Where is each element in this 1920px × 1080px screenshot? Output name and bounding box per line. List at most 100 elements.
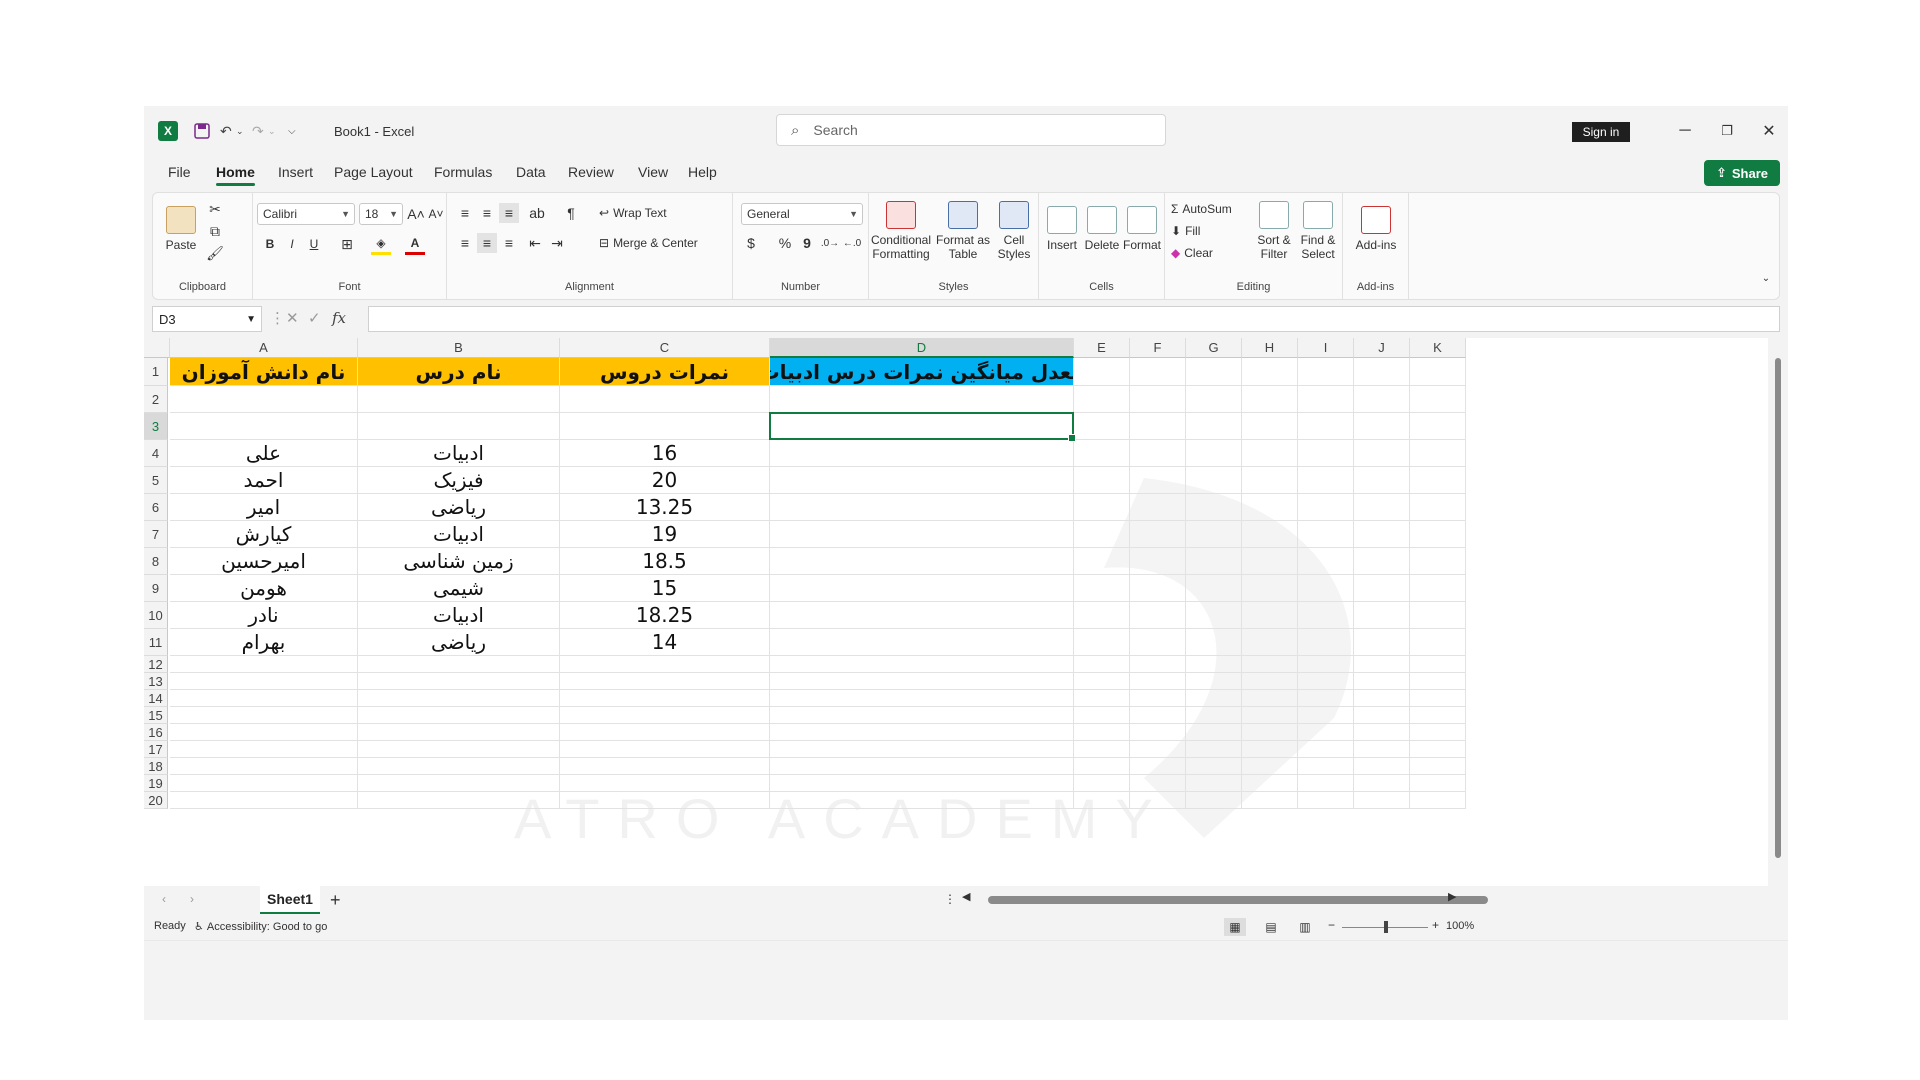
cell-A20[interactable] bbox=[170, 792, 358, 809]
tab-insert[interactable]: Insert bbox=[278, 164, 313, 180]
currency-button[interactable]: $ bbox=[743, 233, 759, 253]
active-cell-selection[interactable] bbox=[769, 412, 1076, 442]
cell-G10[interactable] bbox=[1186, 602, 1242, 629]
cell-H16[interactable] bbox=[1242, 724, 1298, 741]
cell-F20[interactable] bbox=[1130, 792, 1186, 809]
tab-data[interactable]: Data bbox=[516, 164, 546, 180]
cell-H12[interactable] bbox=[1242, 656, 1298, 673]
undo-icon[interactable]: ↶ bbox=[220, 120, 232, 142]
table-data-cell[interactable]: ادبیات bbox=[358, 602, 560, 629]
comma-button[interactable]: 9 bbox=[799, 233, 815, 253]
cell-E13[interactable] bbox=[1074, 673, 1130, 690]
cell-B13[interactable] bbox=[358, 673, 560, 690]
cell-E8[interactable] bbox=[1074, 548, 1130, 575]
cell-K16[interactable] bbox=[1410, 724, 1466, 741]
cell-B12[interactable] bbox=[358, 656, 560, 673]
font-color-icon[interactable]: A bbox=[405, 233, 425, 255]
cell-K13[interactable] bbox=[1410, 673, 1466, 690]
cell-D10[interactable] bbox=[770, 602, 1074, 629]
table-data-cell[interactable]: امیرحسین bbox=[170, 548, 358, 575]
ribbon-collapse-icon[interactable]: ⌄ bbox=[1757, 269, 1775, 287]
cell-A2[interactable] bbox=[170, 386, 358, 413]
cell-F7[interactable] bbox=[1130, 521, 1186, 548]
cell-E1[interactable] bbox=[1074, 358, 1130, 386]
table-data-cell[interactable]: احمد bbox=[170, 467, 358, 494]
cell-B19[interactable] bbox=[358, 775, 560, 792]
align-right-icon[interactable]: ≡ bbox=[499, 233, 519, 253]
scroll-right-icon[interactable]: ▶ bbox=[1448, 890, 1456, 903]
cell-H10[interactable] bbox=[1242, 602, 1298, 629]
cell-G20[interactable] bbox=[1186, 792, 1242, 809]
cell-G18[interactable] bbox=[1186, 758, 1242, 775]
cell-D16[interactable] bbox=[770, 724, 1074, 741]
cell-I12[interactable] bbox=[1298, 656, 1354, 673]
row-header-15[interactable]: 15 bbox=[144, 707, 168, 724]
tab-review[interactable]: Review bbox=[568, 164, 614, 180]
cell-B3[interactable] bbox=[358, 413, 560, 440]
percent-button[interactable]: % bbox=[777, 233, 793, 253]
cell-G5[interactable] bbox=[1186, 467, 1242, 494]
cell-H11[interactable] bbox=[1242, 629, 1298, 656]
table-data-cell[interactable]: 13.25 bbox=[560, 494, 770, 521]
column-header-g[interactable]: G bbox=[1186, 338, 1242, 358]
clear-button[interactable]: ◆ Clear bbox=[1171, 243, 1213, 263]
cell-K19[interactable] bbox=[1410, 775, 1466, 792]
column-header-j[interactable]: J bbox=[1354, 338, 1410, 358]
table-data-cell[interactable]: بهرام bbox=[170, 629, 358, 656]
cell-K12[interactable] bbox=[1410, 656, 1466, 673]
zoom-slider-thumb[interactable] bbox=[1384, 921, 1388, 933]
decrease-indent-icon[interactable]: ⇤ bbox=[525, 233, 545, 253]
table-header-cell[interactable]: نام دانش آموزان bbox=[170, 358, 358, 386]
column-header-h[interactable]: H bbox=[1242, 338, 1298, 358]
cell-A18[interactable] bbox=[170, 758, 358, 775]
align-center-icon[interactable]: ≡ bbox=[477, 233, 497, 253]
page-break-view-icon[interactable]: ▥ bbox=[1294, 918, 1316, 936]
cell-J11[interactable] bbox=[1354, 629, 1410, 656]
cell-I1[interactable] bbox=[1298, 358, 1354, 386]
cell-G4[interactable] bbox=[1186, 440, 1242, 467]
cut-icon[interactable]: ✂ bbox=[205, 199, 225, 219]
decrease-decimal-icon[interactable]: ←.0 bbox=[843, 233, 861, 253]
row-header-20[interactable]: 20 bbox=[144, 792, 168, 809]
cell-J16[interactable] bbox=[1354, 724, 1410, 741]
cell-E4[interactable] bbox=[1074, 440, 1130, 467]
cell-J1[interactable] bbox=[1354, 358, 1410, 386]
cell-K15[interactable] bbox=[1410, 707, 1466, 724]
align-top-icon[interactable]: ≡ bbox=[455, 203, 475, 223]
cell-B16[interactable] bbox=[358, 724, 560, 741]
formula-input[interactable] bbox=[368, 306, 1780, 332]
select-all-corner[interactable] bbox=[144, 338, 170, 358]
cell-I11[interactable] bbox=[1298, 629, 1354, 656]
vertical-scrollbar[interactable] bbox=[1768, 338, 1788, 886]
copy-icon[interactable]: ⧉ bbox=[205, 221, 225, 241]
cell-I17[interactable] bbox=[1298, 741, 1354, 758]
cell-K6[interactable] bbox=[1410, 494, 1466, 521]
cell-E18[interactable] bbox=[1074, 758, 1130, 775]
cell-D2[interactable] bbox=[770, 386, 1074, 413]
cell-G19[interactable] bbox=[1186, 775, 1242, 792]
zoom-level[interactable]: 100% bbox=[1446, 920, 1474, 932]
cell-H7[interactable] bbox=[1242, 521, 1298, 548]
find-select-button[interactable]: Find & Select bbox=[1297, 199, 1339, 263]
cell-D14[interactable] bbox=[770, 690, 1074, 707]
cell-J9[interactable] bbox=[1354, 575, 1410, 602]
fill-button[interactable]: ⬇ Fill bbox=[1171, 221, 1200, 241]
wrap-text-button[interactable]: ↩ Wrap Text bbox=[599, 203, 667, 223]
column-header-k[interactable]: K bbox=[1410, 338, 1466, 358]
cell-J17[interactable] bbox=[1354, 741, 1410, 758]
cell-I15[interactable] bbox=[1298, 707, 1354, 724]
cell-J20[interactable] bbox=[1354, 792, 1410, 809]
scroll-left-icon[interactable]: ◀ bbox=[962, 890, 970, 903]
cell-G1[interactable] bbox=[1186, 358, 1242, 386]
table-data-cell[interactable]: 15 bbox=[560, 575, 770, 602]
cell-D9[interactable] bbox=[770, 575, 1074, 602]
cell-D13[interactable] bbox=[770, 673, 1074, 690]
row-header-13[interactable]: 13 bbox=[144, 673, 168, 690]
cell-E9[interactable] bbox=[1074, 575, 1130, 602]
cell-F5[interactable] bbox=[1130, 467, 1186, 494]
cell-K8[interactable] bbox=[1410, 548, 1466, 575]
cell-E19[interactable] bbox=[1074, 775, 1130, 792]
cell-H14[interactable] bbox=[1242, 690, 1298, 707]
table-data-cell[interactable]: ریاضی bbox=[358, 629, 560, 656]
cell-H20[interactable] bbox=[1242, 792, 1298, 809]
